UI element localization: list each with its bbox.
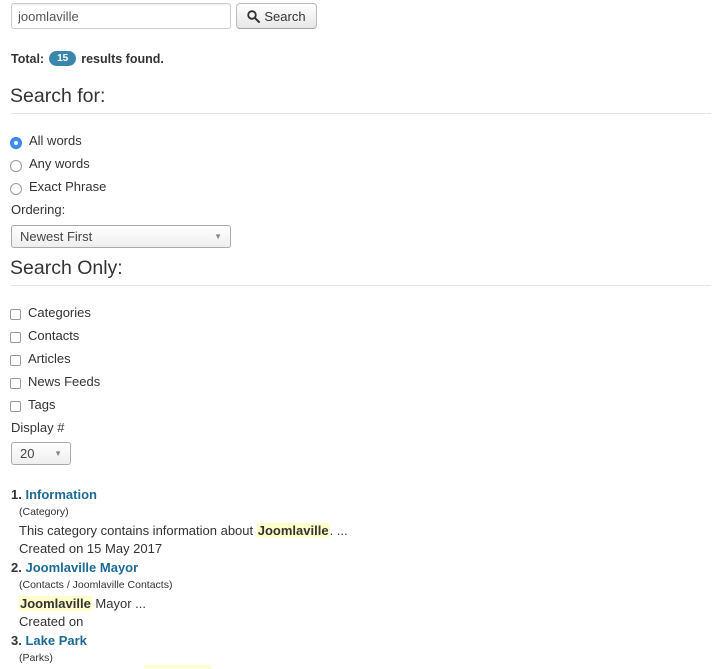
display-count-select[interactable]: 20 ▼: [11, 442, 71, 465]
result-link[interactable]: Lake Park: [25, 633, 86, 648]
ordering-value: Newest First: [20, 229, 93, 244]
radio-button[interactable]: [10, 159, 22, 172]
radio-exact-phrase[interactable]: Exact Phrase: [10, 179, 106, 195]
result-number: 2.: [11, 560, 22, 575]
result-created-date: Created on 15 May 2017: [19, 541, 163, 556]
search-term-highlight: Joomlaville: [256, 523, 330, 538]
checkbox[interactable]: [10, 332, 21, 343]
radio-all-words[interactable]: All words: [10, 133, 82, 149]
chevron-down-icon: ▼: [54, 449, 62, 458]
divider: [11, 113, 711, 114]
result-category: (Parks): [19, 652, 53, 664]
result-number: 1.: [11, 487, 22, 502]
ordering-select[interactable]: Newest First ▼: [11, 225, 231, 248]
radio-button[interactable]: [10, 182, 22, 195]
checkbox[interactable]: [10, 401, 21, 412]
result-link[interactable]: Information: [25, 487, 97, 502]
checkbox[interactable]: [10, 309, 21, 320]
search-icon: [247, 9, 261, 23]
checkbox-categories[interactable]: Categories: [10, 305, 91, 320]
result-snippet: Joomlaville Mayor ...: [19, 596, 146, 611]
result-item-2-title: 2. Joomlaville Mayor: [11, 560, 138, 575]
result-link[interactable]: Joomlaville Mayor: [25, 560, 138, 575]
result-created-date: Created on: [19, 614, 84, 629]
total-label: Total:: [11, 51, 45, 66]
display-count-value: 20: [20, 446, 35, 461]
checkbox-news-feeds[interactable]: News Feeds: [10, 374, 100, 389]
result-category: (Contacts / Joomlaville Contacts): [19, 579, 173, 591]
ordering-label: Ordering:: [11, 202, 66, 217]
search-term-highlight: [144, 665, 211, 669]
radio-button[interactable]: [10, 136, 22, 149]
search-only-heading: Search Only:: [10, 257, 123, 279]
result-category: (Category): [19, 506, 69, 518]
checkbox[interactable]: [10, 355, 21, 366]
search-for-heading: Search for:: [10, 85, 106, 107]
results-summary: Total: 15 results found.: [11, 51, 164, 66]
result-item-3-title: 3. Lake Park: [11, 633, 87, 648]
checkbox-contacts[interactable]: Contacts: [10, 328, 79, 343]
chevron-down-icon: ▼: [214, 232, 222, 241]
checkbox[interactable]: [10, 378, 21, 389]
results-found-label: results found.: [81, 51, 164, 66]
result-number: 3.: [11, 633, 22, 648]
checkbox-articles[interactable]: Articles: [10, 351, 71, 366]
search-button-label: Search: [264, 8, 306, 24]
result-item-1-title: 1. Information: [11, 487, 97, 502]
result-snippet: This category contains information about…: [19, 523, 348, 538]
results-count-badge: 15: [49, 51, 77, 66]
radio-any-words[interactable]: Any words: [10, 156, 90, 172]
search-button[interactable]: Search: [236, 3, 317, 29]
display-count-label: Display #: [11, 420, 65, 435]
search-input[interactable]: [11, 3, 231, 29]
checkbox-tags[interactable]: Tags: [10, 397, 55, 412]
divider: [11, 285, 711, 286]
search-term-highlight: Joomlaville: [19, 596, 92, 611]
